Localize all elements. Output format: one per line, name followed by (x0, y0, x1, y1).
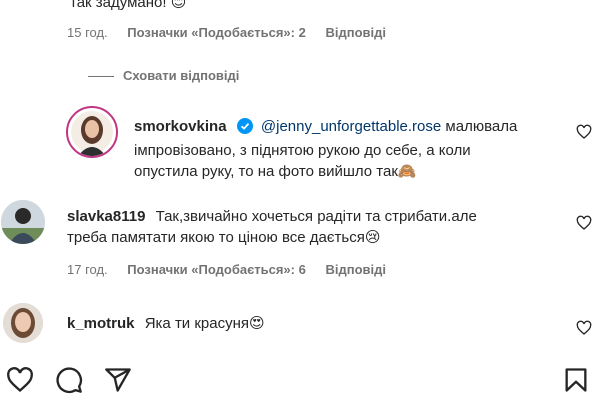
username-smorkovkina[interactable]: smorkovkina (134, 118, 227, 135)
verified-badge-icon (236, 118, 253, 140)
mention-link[interactable]: @jenny_unforgettable.rose (261, 118, 441, 135)
like-comment-heart-icon[interactable] (576, 215, 592, 231)
hide-replies-label: Сховати відповіді (123, 68, 240, 83)
username-k-motruk[interactable]: k_motruk (67, 315, 135, 332)
bookmark-icon[interactable] (562, 366, 590, 398)
post-action-bar (0, 362, 600, 400)
crying-emoji: 😢 (364, 228, 381, 246)
share-icon[interactable] (104, 366, 132, 398)
likes-count-link[interactable]: Позначки «Подобається»: 2 (127, 25, 306, 40)
reply-link[interactable]: Відповіді (325, 25, 386, 40)
heart-icon[interactable] (6, 366, 34, 398)
comment-text-top: так задумано! 😊 (70, 0, 186, 13)
avatar-image (71, 111, 113, 156)
username-slavka8119[interactable]: slavka8119 (67, 208, 145, 225)
comment-slavka8119: slavka8119 Так,звичайно хочеться радіти … (67, 208, 477, 246)
avatar-slavka8119[interactable] (1, 200, 45, 244)
avatar-smorkovkina[interactable] (66, 106, 118, 158)
reply-link[interactable]: Відповіді (325, 262, 386, 277)
avatar-image (1, 200, 45, 244)
avatar-k-motruk[interactable] (3, 303, 43, 343)
comment-meta-slavka8119: 17 год. Позначки «Подобається»: 6 Відпов… (67, 262, 402, 277)
comment-time: 15 год. (67, 25, 108, 40)
like-comment-heart-icon[interactable] (576, 320, 592, 336)
comment-meta-top: 15 год. Позначки «Подобається»: 2 Відпов… (67, 25, 402, 40)
smile-emoji: 😊 (170, 0, 187, 11)
comment-k-motruk: k_motruk Яка ти красуня😍 (67, 314, 265, 332)
avatar-image (3, 303, 43, 343)
like-comment-heart-icon[interactable] (576, 124, 592, 140)
heart-eyes-emoji: 😍 (249, 314, 265, 332)
comment-time: 17 год. (67, 262, 108, 277)
comment-smorkovkina: smorkovkina @jenny_unforgettable.rose ма… (134, 118, 518, 180)
see-no-evil-emoji: 🙈 (397, 162, 417, 180)
likes-count-link[interactable]: Позначки «Подобається»: 6 (127, 262, 306, 277)
comment-icon[interactable] (55, 366, 83, 398)
hide-replies-line (88, 76, 114, 77)
